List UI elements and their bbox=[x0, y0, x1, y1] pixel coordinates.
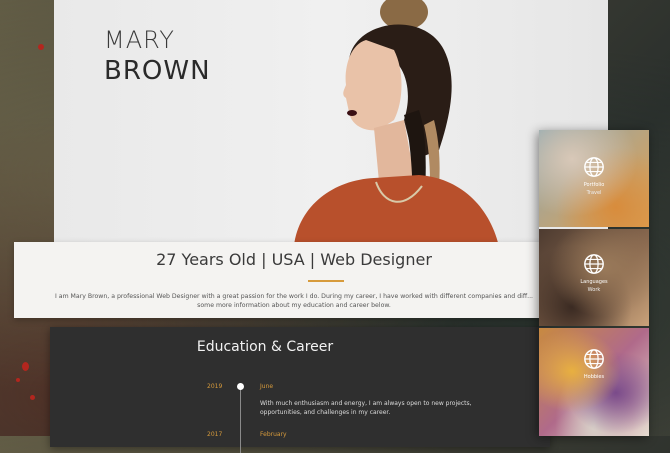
education-career-panel: Education & Career 2019 June With much e… bbox=[50, 327, 550, 453]
accent-divider bbox=[308, 280, 344, 282]
side-card-languages[interactable]: Languages Work bbox=[539, 229, 649, 326]
section-title: Education & Career bbox=[196, 339, 334, 355]
first-name: MARY bbox=[104, 26, 175, 54]
timeline-year: 2019 bbox=[207, 383, 223, 390]
bio-text: I am Mary Brown, a professional Web Desi… bbox=[54, 293, 534, 309]
side-card-hobbies[interactable]: Hobbies bbox=[539, 328, 649, 436]
side-navigation-panel: Portfolio Travel Languages Work Hobbies bbox=[539, 130, 649, 436]
timeline-month: February bbox=[260, 431, 287, 438]
card-title: Portfolio bbox=[583, 182, 605, 188]
timeline-line bbox=[240, 383, 241, 453]
card-subtitle: Work bbox=[587, 287, 601, 293]
tagline: 27 Years Old | USA | Web Designer bbox=[156, 250, 432, 269]
hero-section: MARY BROWN bbox=[54, 0, 608, 246]
card-subtitle: Travel bbox=[586, 190, 602, 196]
card-title: Hobbies bbox=[583, 374, 605, 380]
timeline-text: With much enthusiasm and energy, I am al… bbox=[260, 400, 472, 416]
paint-splatter bbox=[38, 44, 44, 50]
globe-icon bbox=[584, 254, 604, 274]
paint-splatter bbox=[22, 362, 29, 371]
paint-splatter bbox=[30, 395, 35, 400]
globe-icon bbox=[584, 157, 604, 177]
timeline-month: June bbox=[260, 383, 274, 390]
card-title: Languages bbox=[580, 279, 608, 285]
side-card-portfolio[interactable]: Portfolio Travel bbox=[539, 130, 649, 227]
intro-band: 27 Years Old | USA | Web Designer I am M… bbox=[14, 242, 574, 318]
timeline-year: 2017 bbox=[207, 431, 223, 438]
paint-splatter bbox=[16, 378, 20, 382]
globe-icon bbox=[584, 349, 604, 369]
profile-photo bbox=[294, 0, 499, 246]
timeline-dot bbox=[237, 383, 244, 390]
last-name: BROWN bbox=[104, 56, 211, 86]
